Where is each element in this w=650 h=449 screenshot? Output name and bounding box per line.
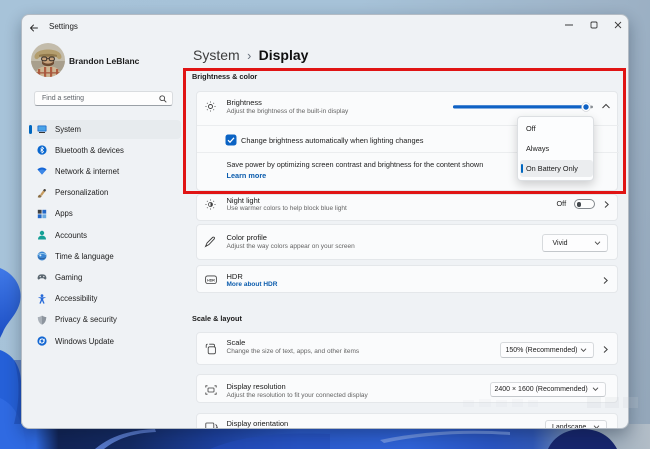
svg-text:HDR: HDR <box>207 278 215 282</box>
